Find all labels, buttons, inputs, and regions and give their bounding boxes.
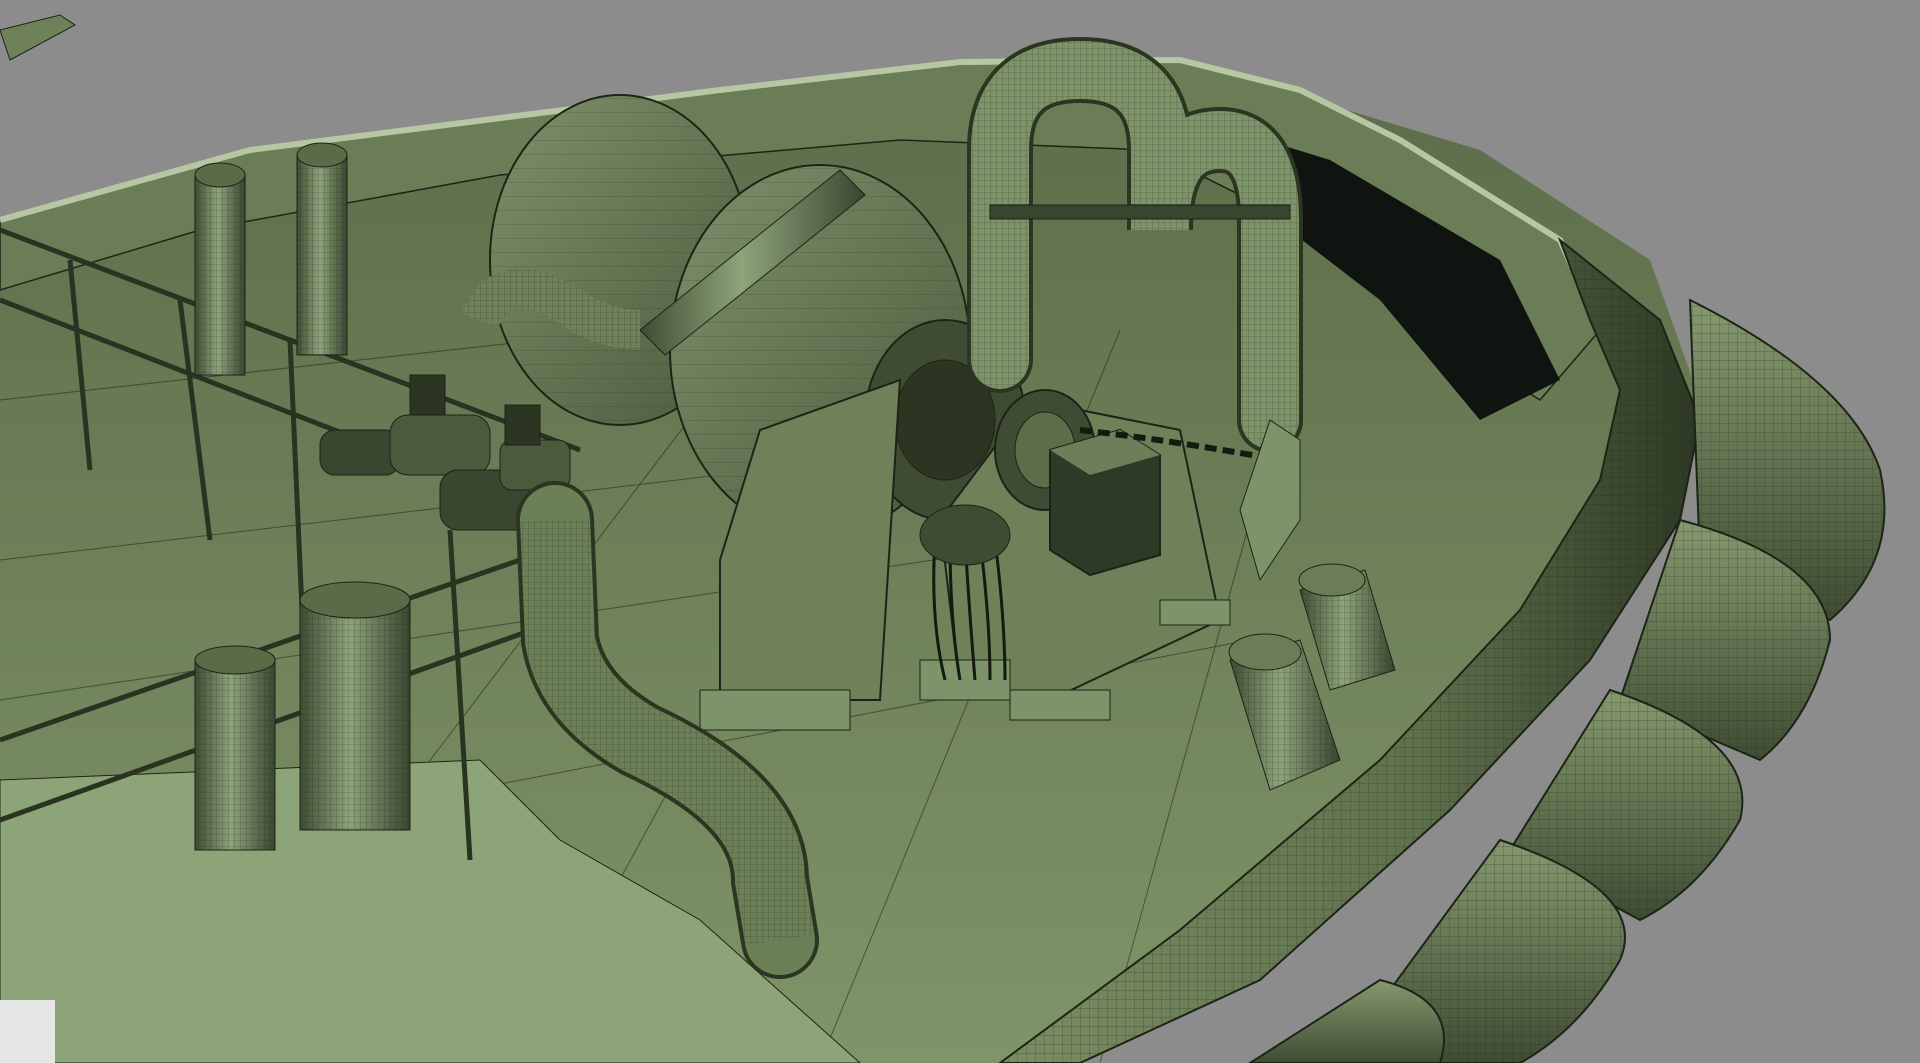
3d-viewport[interactable] bbox=[0, 0, 1920, 1063]
electrical-box bbox=[1049, 428, 1161, 577]
tugboat-bow-render bbox=[0, 0, 1920, 1063]
